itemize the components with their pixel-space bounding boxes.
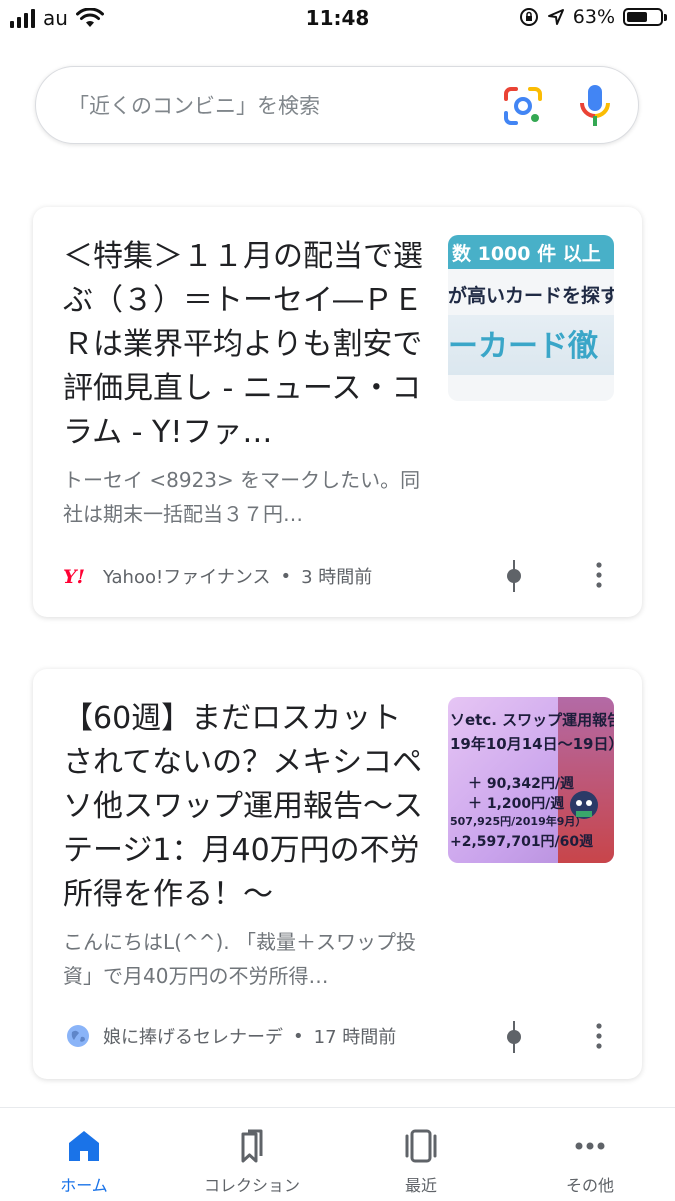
nav-recent[interactable]: 最近 [337, 1108, 505, 1201]
mic-icon[interactable] [577, 83, 613, 129]
card-snippet: こんにちはL(^^). 「裁量＋スワップ投資」で月40万円の不労所得… [63, 930, 416, 988]
separator-dot: • [293, 1025, 304, 1047]
more-horizontal-icon [575, 1142, 605, 1150]
card-title[interactable]: ＜特集＞１１月の配当で選ぶ（３）＝トーセイ―ＰＥＲは業界平均よりも割安で評価見直… [63, 235, 425, 455]
source-name: Yahoo!ファイナンス [103, 567, 271, 588]
nav-label: コレクション [203, 1176, 300, 1195]
nav-label: その他 [565, 1176, 614, 1195]
news-card[interactable]: ＜特集＞１１月の配当で選ぶ（３）＝トーセイ―ＰＥＲは業界平均よりも割安で評価見直… [33, 207, 642, 617]
nav-home[interactable]: ホーム [0, 1108, 168, 1201]
thumbnail-text: が高いカードを探す [448, 285, 614, 307]
more-vert-icon[interactable] [589, 561, 609, 589]
battery-percent: 63% [572, 6, 615, 28]
thumbnail-text: 数 1000 件 以上 [452, 243, 601, 265]
globe-icon [63, 1024, 93, 1048]
nav-label: ホーム [60, 1176, 108, 1195]
card-thumbnail[interactable]: 数 1000 件 以上 が高いカードを探す ーカード徹 [448, 235, 614, 401]
recent-tabs-icon [405, 1129, 437, 1163]
nav-label: 最近 [404, 1176, 437, 1195]
home-icon [69, 1131, 99, 1161]
nav-more[interactable]: その他 [506, 1108, 674, 1201]
status-right: 63% [519, 6, 667, 28]
thumbnail-text: ソetc. スワップ運用報告 [450, 711, 614, 729]
thumbnail-text: ーカード徹 [448, 329, 598, 364]
source-name: 娘に捧げるセレナーデ [103, 1027, 283, 1048]
card-source: 娘に捧げるセレナーデ • 17 時間前 [63, 1023, 396, 1049]
card-thumbnail[interactable]: ソetc. スワップ運用報告 19年10月14日〜19日） ＋ 90,342円/… [448, 697, 614, 863]
orientation-lock-icon [519, 8, 538, 26]
collections-icon [241, 1129, 263, 1163]
more-vert-icon[interactable] [589, 1022, 609, 1050]
thumbnail-text: +2,597,701円/60週 [450, 834, 594, 850]
status-bar: au 11:48 63% [0, 0, 675, 38]
news-card[interactable]: 【60週】まだロスカットされてないの？メキシコペソ他スワップ運用報告〜ステージ1… [33, 669, 642, 1079]
source-time: 3 時間前 [301, 567, 373, 588]
thumbnail-text: ＋ 90,342円/週 [468, 776, 575, 792]
card-snippet: トーセイ <8923> をマークしたい。同社は期末一括配当３７円… [63, 468, 421, 526]
character-illustration-icon [570, 791, 598, 819]
svg-text:Y!: Y! [63, 566, 85, 586]
listen-icon[interactable] [503, 560, 525, 592]
location-icon [547, 9, 564, 25]
search-input[interactable] [66, 87, 490, 125]
source-time: 17 時間前 [313, 1027, 397, 1048]
listen-icon[interactable] [503, 1021, 525, 1053]
card-source: Y! Yahoo!ファイナンス • 3 時間前 [63, 563, 372, 589]
yahoo-logo-icon: Y! [63, 564, 93, 588]
thumbnail-text: ＋ 1,200円/週 [468, 796, 565, 812]
separator-dot: • [280, 565, 292, 587]
thumbnail-text: 19年10月14日〜19日） [450, 735, 614, 753]
battery-icon [623, 8, 667, 26]
card-title[interactable]: 【60週】まだロスカットされてないの？メキシコペソ他スワップ運用報告〜ステージ1… [63, 697, 425, 917]
search-bar[interactable] [35, 66, 639, 144]
lens-icon[interactable] [502, 85, 544, 127]
bottom-navigation: ホーム コレクション 最近 その他 [0, 1107, 675, 1201]
nav-collections[interactable]: コレクション [168, 1108, 336, 1201]
